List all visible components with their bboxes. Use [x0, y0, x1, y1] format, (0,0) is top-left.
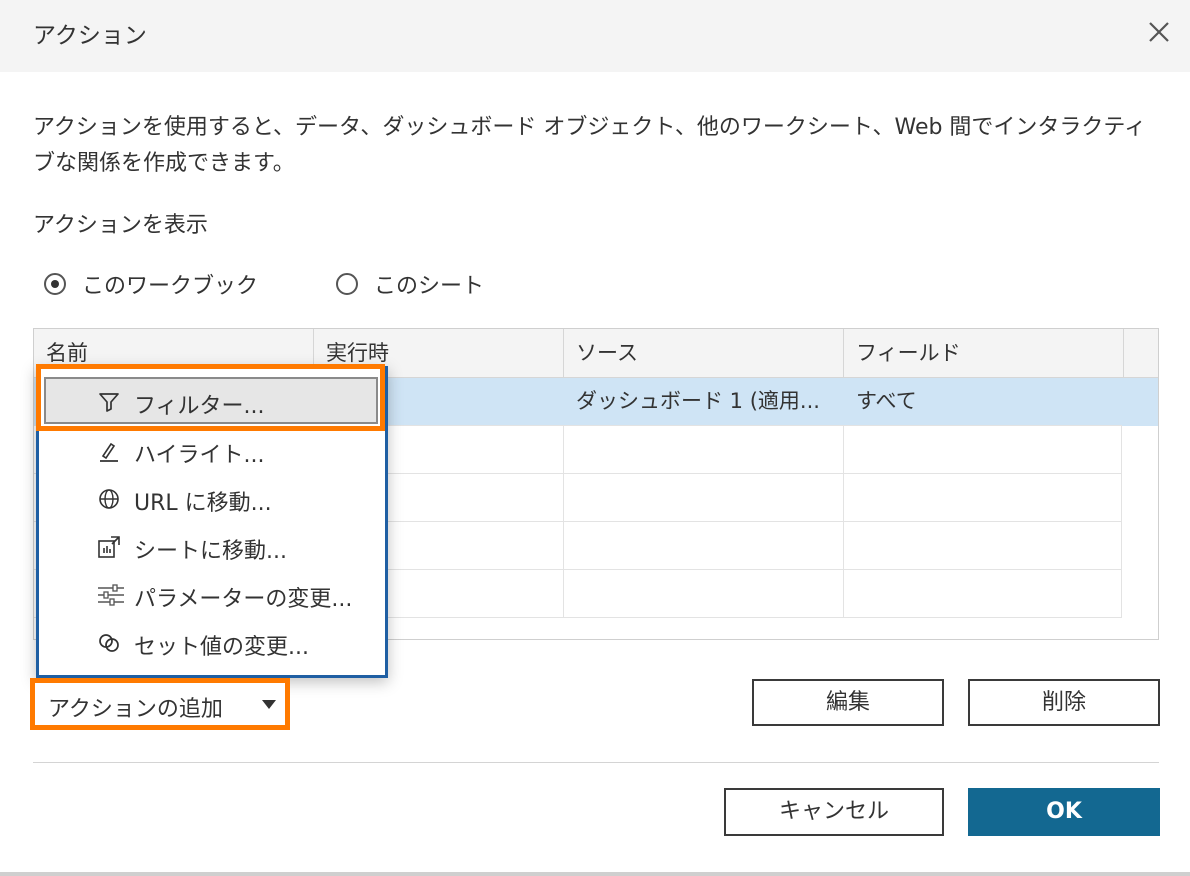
globe-icon — [97, 487, 121, 511]
radio-label: このワークブック — [82, 274, 259, 299]
menu-item-label: ハイライト... — [134, 443, 265, 468]
cell-empty — [564, 570, 844, 617]
cell-empty — [564, 474, 844, 521]
radio-this-workbook[interactable]: このワークブック — [44, 266, 258, 302]
cancel-button[interactable]: キャンセル — [724, 788, 944, 836]
filter-icon — [97, 390, 121, 414]
menu-item-change-parameter[interactable]: パラメーターの変更... — [39, 571, 385, 619]
menu-item-label: セット値の変更... — [134, 635, 309, 660]
cell-empty — [844, 474, 1122, 521]
cell-fields: すべて — [844, 378, 1122, 425]
goto-sheet-icon — [97, 535, 121, 559]
menu-item-label: パラメーターの変更... — [134, 587, 353, 612]
menu-item-filter-hovered[interactable]: フィルター... — [39, 378, 379, 426]
menu-item-go-to-url[interactable]: URL に移動... — [39, 475, 385, 523]
cell-source: ダッシュボード 1 (適用... — [564, 378, 844, 425]
column-header-source[interactable]: ソース — [564, 329, 844, 377]
dialog-title: アクション — [33, 23, 147, 49]
menu-item-highlight[interactable]: ハイライト... — [39, 427, 385, 475]
footer-divider — [33, 762, 1159, 763]
cell-empty — [844, 426, 1122, 473]
close-icon[interactable] — [1141, 14, 1177, 50]
radio-this-sheet[interactable]: このシート — [336, 266, 484, 302]
edit-button[interactable]: 編集 — [752, 679, 944, 726]
highlight-icon — [97, 439, 121, 463]
menu-item-go-to-sheet[interactable]: シートに移動... — [39, 523, 385, 571]
menu-item-label: シートに移動... — [134, 539, 287, 564]
show-actions-label: アクションを表示 — [33, 213, 208, 238]
cell-empty — [844, 522, 1122, 569]
radio-label: このシート — [374, 274, 485, 299]
dialog-bottom-edge — [0, 872, 1190, 876]
radio-unselected-icon — [336, 273, 358, 295]
set-icon — [97, 631, 121, 655]
column-header-fields[interactable]: フィールド — [844, 329, 1124, 377]
delete-button[interactable]: 削除 — [968, 679, 1160, 726]
cell-empty — [844, 570, 1122, 617]
cell-empty — [564, 426, 844, 473]
dialog-titlebar: アクション — [0, 0, 1190, 72]
dialog-description: アクションを使用すると、データ、ダッシュボード オブジェクト、他のワークシート、… — [33, 115, 1147, 176]
menu-item-label: URL に移動... — [134, 491, 272, 516]
parameter-icon — [97, 583, 124, 607]
row-scroll-gutter — [1122, 378, 1158, 426]
add-action-label: アクションの追加 — [48, 697, 223, 722]
add-action-button[interactable]: アクションの追加 — [30, 678, 290, 730]
ok-button[interactable]: OK — [968, 788, 1160, 836]
dropdown-arrow-icon — [262, 700, 276, 709]
menu-item-label: フィルター... — [134, 394, 265, 419]
menu-item-change-set-values[interactable]: セット値の変更... — [39, 619, 385, 667]
cell-empty — [564, 522, 844, 569]
radio-selected-icon — [44, 273, 66, 295]
